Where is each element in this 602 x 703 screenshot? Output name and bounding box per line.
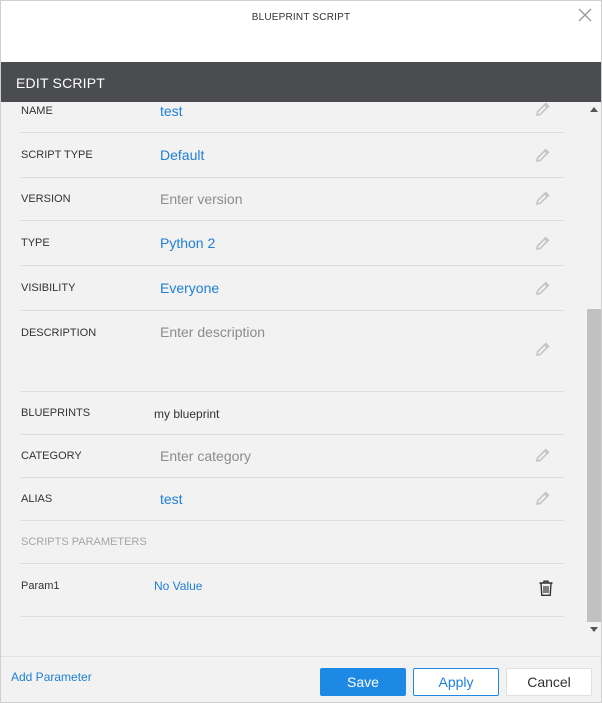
parameter-row: Param1 No Value xyxy=(21,564,564,617)
close-icon[interactable] xyxy=(577,7,593,23)
parameters-heading: SCRIPTS PARAMETERS xyxy=(21,536,147,548)
cancel-button[interactable]: Cancel xyxy=(506,668,592,696)
add-parameter-link[interactable]: Add Parameter xyxy=(11,670,92,684)
field-row-blueprints: BLUEPRINTS my blueprint xyxy=(21,392,564,435)
category-label: CATEGORY xyxy=(21,450,82,462)
field-row-script-type: SCRIPT TYPE Default xyxy=(21,133,564,178)
description-input[interactable]: Enter description xyxy=(160,324,265,340)
pencil-icon[interactable] xyxy=(534,279,552,297)
description-label: DESCRIPTION xyxy=(21,327,97,339)
field-row-version: VERSION Enter version xyxy=(21,178,564,221)
pencil-icon[interactable] xyxy=(534,102,552,118)
dialog-titlebar: BLUEPRINT SCRIPT xyxy=(1,1,601,62)
form-content: NAME test SCRIPT TYPE Default VERSION En… xyxy=(1,102,587,636)
edit-script-dialog: BLUEPRINT SCRIPT EDIT SCRIPT NAME test S… xyxy=(0,0,602,703)
pencil-icon[interactable] xyxy=(534,489,552,507)
field-row-visibility: VISIBILITY Everyone xyxy=(21,266,564,311)
version-input[interactable]: Enter version xyxy=(160,191,242,207)
category-input[interactable]: Enter category xyxy=(160,448,251,464)
scroll-up-arrow-icon[interactable] xyxy=(590,107,598,112)
scroll-thumb[interactable] xyxy=(587,309,601,622)
apply-button[interactable]: Apply xyxy=(413,668,499,696)
visibility-label: VISIBILITY xyxy=(21,282,76,294)
name-label: NAME xyxy=(21,105,53,117)
field-row-description: DESCRIPTION Enter description xyxy=(21,311,564,392)
visibility-value[interactable]: Everyone xyxy=(160,280,219,296)
section-title: EDIT SCRIPT xyxy=(16,75,106,91)
alias-label: ALIAS xyxy=(21,493,53,505)
dialog-title: BLUEPRINT SCRIPT xyxy=(251,12,351,23)
field-row-category: CATEGORY Enter category xyxy=(21,435,564,478)
script-type-value[interactable]: Default xyxy=(160,147,204,163)
pencil-icon[interactable] xyxy=(534,446,552,464)
script-type-label: SCRIPT TYPE xyxy=(21,149,93,161)
field-row-name: NAME test xyxy=(21,102,564,133)
pencil-icon[interactable] xyxy=(534,234,552,252)
blueprints-value: my blueprint xyxy=(154,407,220,421)
alias-value[interactable]: test xyxy=(160,491,183,507)
parameter-value[interactable]: No Value xyxy=(154,579,202,593)
parameter-name: Param1 xyxy=(21,580,60,592)
blueprints-label: BLUEPRINTS xyxy=(21,407,91,419)
type-value[interactable]: Python 2 xyxy=(160,235,215,251)
pencil-icon[interactable] xyxy=(534,189,552,207)
save-button[interactable]: Save xyxy=(320,668,406,696)
vertical-scrollbar[interactable] xyxy=(587,102,601,636)
field-row-type: TYPE Python 2 xyxy=(21,221,564,266)
type-label: TYPE xyxy=(21,237,50,249)
parameters-heading-row: SCRIPTS PARAMETERS xyxy=(21,521,564,564)
trash-icon[interactable] xyxy=(538,579,554,597)
dialog-footer: Add Parameter Save Apply Cancel xyxy=(1,656,601,702)
scroll-down-arrow-icon[interactable] xyxy=(590,627,598,632)
field-row-alias: ALIAS test xyxy=(21,478,564,521)
pencil-icon[interactable] xyxy=(534,146,552,164)
version-label: VERSION xyxy=(21,193,71,205)
name-value[interactable]: test xyxy=(160,103,183,119)
pencil-icon[interactable] xyxy=(534,340,552,358)
section-header: EDIT SCRIPT xyxy=(1,62,601,102)
